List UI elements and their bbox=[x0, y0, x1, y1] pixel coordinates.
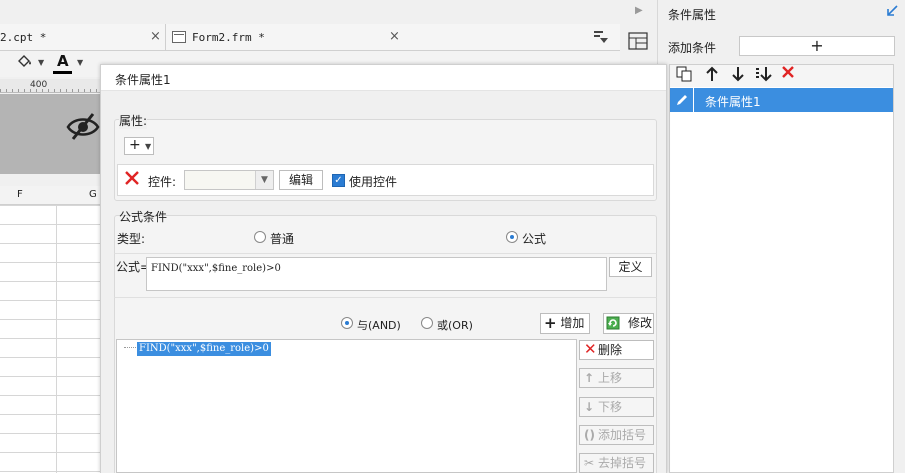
type-normal-radio[interactable] bbox=[254, 231, 266, 243]
condition-list bbox=[669, 64, 894, 473]
column-header-row bbox=[0, 186, 100, 205]
chevron-down-icon[interactable]: ▼ bbox=[255, 171, 273, 189]
add-bracket-button[interactable]: () 添加括号 bbox=[579, 425, 654, 445]
arrow-down-icon: ↓ bbox=[584, 400, 595, 414]
close-icon[interactable]: × bbox=[150, 29, 161, 44]
collapse-arrow-icon[interactable] bbox=[885, 4, 899, 22]
type-formula-label: 公式 bbox=[522, 232, 547, 246]
panel-title: 条件属性 bbox=[668, 8, 717, 22]
move-up-icon[interactable] bbox=[705, 66, 719, 86]
column-header-g[interactable]: G bbox=[89, 189, 97, 200]
type-label: 类型: bbox=[117, 232, 146, 246]
modify-icon bbox=[606, 316, 621, 330]
move-bottom-icon[interactable] bbox=[755, 66, 773, 86]
plus-icon: + bbox=[544, 314, 557, 332]
condition-tree[interactable] bbox=[116, 339, 577, 473]
close-icon[interactable]: × bbox=[389, 29, 400, 44]
bracket-icon: () bbox=[584, 428, 595, 442]
type-formula-radio[interactable] bbox=[506, 231, 518, 243]
control-label: 控件: bbox=[148, 175, 177, 189]
define-button[interactable]: 定义 bbox=[609, 257, 652, 277]
hidden-eye-icon bbox=[66, 110, 100, 142]
logic-and-label: 与(AND) bbox=[357, 319, 401, 332]
use-control-label: 使用控件 bbox=[349, 175, 398, 189]
format-toolbar bbox=[0, 51, 100, 77]
column-header-f[interactable]: F bbox=[17, 189, 23, 200]
type-row bbox=[114, 215, 657, 253]
move-up-button[interactable]: ↑ 上移 bbox=[579, 368, 654, 388]
move-down-button[interactable]: ↓ 下移 bbox=[579, 397, 654, 417]
condition-list-item[interactable] bbox=[670, 88, 893, 112]
formula-label: 公式= bbox=[116, 260, 151, 274]
font-color-icon[interactable]: A bbox=[57, 52, 69, 70]
add-condition-label: 添加条件 bbox=[668, 41, 717, 55]
tab-frm[interactable]: Form2.frm * × bbox=[167, 24, 407, 51]
tab-label: Form2.frm * bbox=[192, 31, 265, 44]
modify-label: 修改 bbox=[628, 316, 653, 330]
delete-condition-button[interactable]: ✕ 删除 bbox=[579, 340, 654, 360]
copy-icon[interactable] bbox=[676, 66, 692, 86]
add-label: 增加 bbox=[560, 316, 585, 330]
ruler bbox=[0, 79, 100, 93]
delete-icon[interactable] bbox=[781, 65, 795, 83]
remove-property-icon[interactable] bbox=[124, 170, 140, 190]
tab-label: 2.cpt * bbox=[0, 31, 47, 44]
type-normal-label: 普通 bbox=[270, 232, 295, 246]
remove-bracket-icon: ✂ bbox=[584, 456, 595, 470]
edit-button[interactable]: 编辑 bbox=[279, 170, 323, 190]
property-label: 属性: bbox=[119, 112, 148, 129]
condition-tree-item[interactable]: FIND("xxx",$fine_role)>0 bbox=[137, 342, 271, 356]
toolbar-strip bbox=[100, 51, 620, 64]
dropdown-menu-icon[interactable] bbox=[594, 31, 608, 46]
add-condition-button[interactable]: + 增加 bbox=[540, 313, 590, 334]
expand-arrow-icon[interactable]: ▶ bbox=[635, 5, 643, 16]
move-down-label: 下移 bbox=[598, 400, 623, 414]
use-control-checkbox[interactable]: ✓ bbox=[332, 174, 345, 187]
font-color-bar bbox=[53, 71, 72, 74]
logic-and-radio[interactable] bbox=[341, 317, 353, 329]
dialog-title: 条件属性1 bbox=[115, 73, 171, 87]
delete-icon: ✕ bbox=[584, 340, 597, 358]
chevron-down-icon[interactable]: ▼ bbox=[77, 58, 83, 67]
move-down-icon[interactable] bbox=[731, 66, 745, 86]
ruler-mark: 400 bbox=[30, 80, 48, 90]
control-select[interactable]: ▼ bbox=[184, 170, 274, 190]
condition-item-label: 条件属性1 bbox=[705, 95, 761, 109]
add-property-button[interactable]: + ▼ bbox=[124, 137, 154, 155]
add-bracket-label: 添加括号 bbox=[598, 428, 647, 442]
logic-or-label: 或(OR) bbox=[437, 319, 473, 332]
fill-color-icon[interactable] bbox=[16, 54, 32, 74]
chevron-down-icon: ▼ bbox=[145, 142, 152, 151]
remove-bracket-label: 去掉括号 bbox=[598, 456, 647, 470]
add-condition-button[interactable]: + bbox=[739, 36, 895, 56]
arrow-up-icon: ↑ bbox=[584, 371, 595, 385]
form-file-icon bbox=[172, 31, 186, 43]
editor-tab-bar: 2.cpt * × Form2.frm * × bbox=[0, 24, 620, 51]
formula-input[interactable]: FIND("xxx",$fine_role)>0 bbox=[146, 257, 607, 291]
plus-icon: + bbox=[129, 137, 141, 153]
tab-cpt[interactable]: 2.cpt * × bbox=[0, 24, 166, 51]
grid-layout-icon[interactable] bbox=[628, 32, 650, 52]
chevron-down-icon[interactable]: ▼ bbox=[38, 58, 44, 67]
move-up-label: 上移 bbox=[598, 371, 623, 385]
logic-or-radio[interactable] bbox=[421, 317, 433, 329]
tree-connector bbox=[124, 347, 136, 348]
formula-condition-label: 公式条件 bbox=[119, 210, 168, 224]
remove-bracket-button[interactable]: ✂ 去掉括号 bbox=[579, 453, 654, 473]
cell-grid[interactable] bbox=[0, 205, 100, 473]
edit-pencil-icon bbox=[670, 88, 694, 112]
delete-label: 删除 bbox=[598, 343, 623, 357]
